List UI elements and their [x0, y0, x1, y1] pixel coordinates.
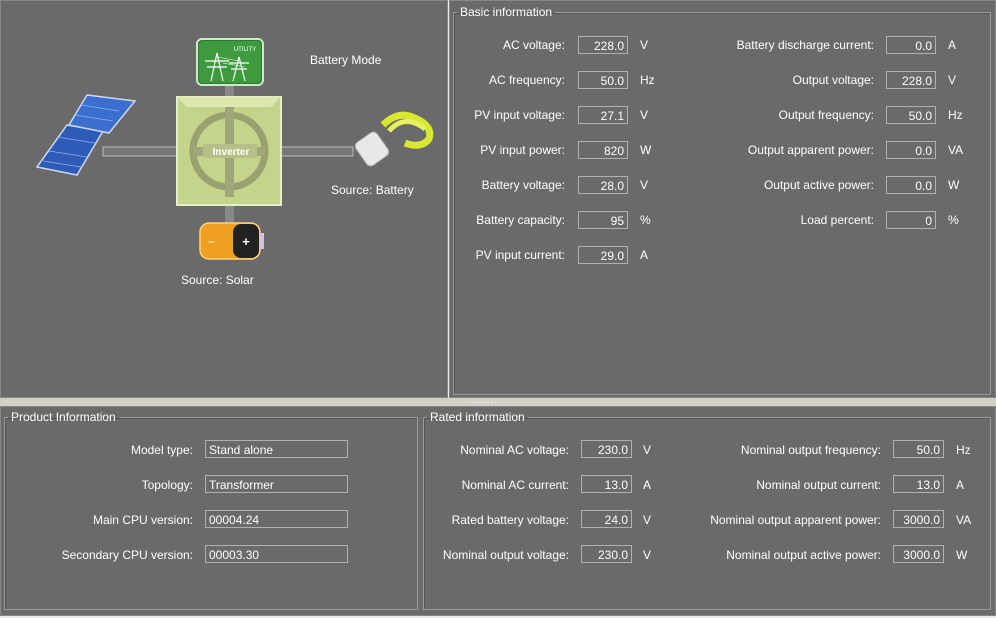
ac-voltage-label: AC voltage: [502, 38, 565, 52]
output-frequency-field: 50.0 [886, 106, 936, 124]
solar-line [102, 146, 184, 157]
rated-info-title: Rated information [430, 410, 525, 424]
utility-grid-icon: UTILITY [196, 38, 264, 86]
output-frequency-label: Output frequency: [778, 108, 874, 122]
rated-battery-voltage-label: Rated battery voltage: [451, 513, 569, 527]
pv-input-power-label: PV input power: [480, 143, 565, 157]
topology-field: Transformer [205, 475, 348, 493]
battery-icon: + − [199, 222, 264, 260]
rated-battery-voltage-unit: V [643, 513, 652, 527]
battery-source-label: Source: Solar [181, 273, 254, 287]
topology-label: Topology: [141, 478, 193, 492]
nominal-output-current-label: Nominal output current: [756, 478, 881, 492]
lightbulb-icon [354, 111, 434, 167]
nominal-ac-current-unit: A [643, 478, 652, 492]
pv-input-current-label: PV input current: [475, 248, 565, 262]
splitter-grip[interactable]: ........ [468, 395, 498, 406]
battery-discharge-current-label: Battery discharge current: [736, 38, 874, 52]
utility-label: UTILITY [234, 47, 256, 53]
battery-voltage-label: Battery voltage: [481, 178, 565, 192]
pv-input-voltage-field: 27.1 [578, 106, 628, 124]
battery-voltage-field: 28.0 [578, 176, 628, 194]
load-percent-field: 0 [886, 211, 936, 229]
pv-input-power-unit: W [640, 143, 652, 157]
output-voltage-label: Output voltage: [792, 73, 874, 87]
nominal-output-apparent-power-label: Nominal output apparent power: [710, 513, 881, 527]
output-active-power-label: Output active power: [763, 178, 874, 192]
pv-input-current-unit: A [640, 248, 649, 262]
nominal-output-active-power-unit: W [956, 548, 968, 562]
bottom-pane: Product Information Rated information Mo… [0, 406, 996, 616]
ac-frequency-field: 50.0 [578, 71, 628, 89]
nominal-output-frequency-field: 50.0 [893, 440, 944, 458]
secondary-cpu-version-label: Secondary CPU version: [61, 548, 193, 562]
power-flow-panel: UTILITY Inverter + − Battery Mode Source… [0, 0, 448, 398]
nominal-output-apparent-power-field: 3000.0 [893, 510, 944, 528]
load-percent-unit: % [948, 213, 959, 227]
battery-capacity-label: Battery capacity: [476, 213, 565, 227]
nominal-output-voltage-label: Nominal output voltage: [442, 548, 569, 562]
solar-panel-icon [35, 94, 137, 176]
nominal-output-frequency-unit: Hz [956, 443, 971, 457]
main-cpu-version-field: 00004.24 [205, 510, 348, 528]
nominal-output-active-power-label: Nominal output active power: [726, 548, 881, 562]
basic-info-pane: Basic information AC voltage: 228.0 V AC… [449, 0, 996, 398]
model-type-label: Model type: [130, 443, 193, 457]
mode-label: Battery Mode [310, 53, 382, 67]
pane-splitter[interactable]: ........ [0, 395, 996, 406]
rated-battery-voltage-field: 24.0 [581, 510, 632, 528]
product-info-title: Product Information [11, 410, 116, 424]
output-active-power-field: 0.0 [886, 176, 936, 194]
main-cpu-version-label: Main CPU version: [92, 513, 193, 527]
output-apparent-power-label: Output apparent power: [747, 143, 874, 157]
nominal-output-frequency-label: Nominal output frequency: [740, 443, 881, 457]
battery-discharge-current-field: 0.0 [886, 36, 936, 54]
battery-voltage-unit: V [640, 178, 649, 192]
battery-discharge-current-unit: A [948, 38, 957, 52]
output-voltage-field: 228.0 [886, 71, 936, 89]
ac-voltage-field: 228.0 [578, 36, 628, 54]
ac-frequency-label: AC frequency: [488, 73, 565, 87]
basic-info-group: Basic information [453, 5, 991, 395]
nominal-ac-current-field: 13.0 [581, 475, 632, 493]
nominal-output-voltage-field: 230.0 [581, 545, 632, 563]
nominal-ac-voltage-label: Nominal AC voltage: [460, 443, 569, 457]
basic-info-title: Basic information [460, 5, 553, 19]
nominal-ac-voltage-field: 230.0 [581, 440, 632, 458]
nominal-output-voltage-unit: V [643, 548, 652, 562]
nominal-output-current-unit: A [956, 478, 965, 492]
output-frequency-unit: Hz [948, 108, 963, 122]
nominal-ac-voltage-unit: V [643, 443, 652, 457]
output-apparent-power-field: 0.0 [886, 141, 936, 159]
ac-frequency-unit: Hz [640, 73, 655, 87]
battery-capacity-unit: % [640, 213, 651, 227]
battery-capacity-field: 95 [578, 211, 628, 229]
svg-text:+: + [242, 234, 250, 249]
pv-input-power-field: 820 [578, 141, 628, 159]
inverter-icon: Inverter [176, 96, 282, 206]
nominal-output-apparent-power-unit: VA [956, 513, 972, 527]
nominal-ac-current-label: Nominal AC current: [461, 478, 569, 492]
nominal-output-current-field: 13.0 [893, 475, 944, 493]
nominal-output-active-power-field: 3000.0 [893, 545, 944, 563]
load-line [276, 146, 354, 157]
pv-input-voltage-label: PV input voltage: [474, 108, 565, 122]
load-source-label: Source: Battery [331, 183, 414, 197]
ac-voltage-unit: V [640, 38, 649, 52]
output-apparent-power-unit: VA [948, 143, 964, 157]
load-percent-label: Load percent: [800, 213, 874, 227]
pv-input-voltage-unit: V [640, 108, 649, 122]
model-type-field: Stand alone [205, 440, 348, 458]
svg-text:−: − [208, 235, 215, 249]
secondary-cpu-version-field: 00003.30 [205, 545, 348, 563]
pv-input-current-field: 29.0 [578, 246, 628, 264]
output-voltage-unit: V [948, 73, 957, 87]
output-active-power-unit: W [948, 178, 960, 192]
inverter-label: Inverter [213, 147, 250, 158]
